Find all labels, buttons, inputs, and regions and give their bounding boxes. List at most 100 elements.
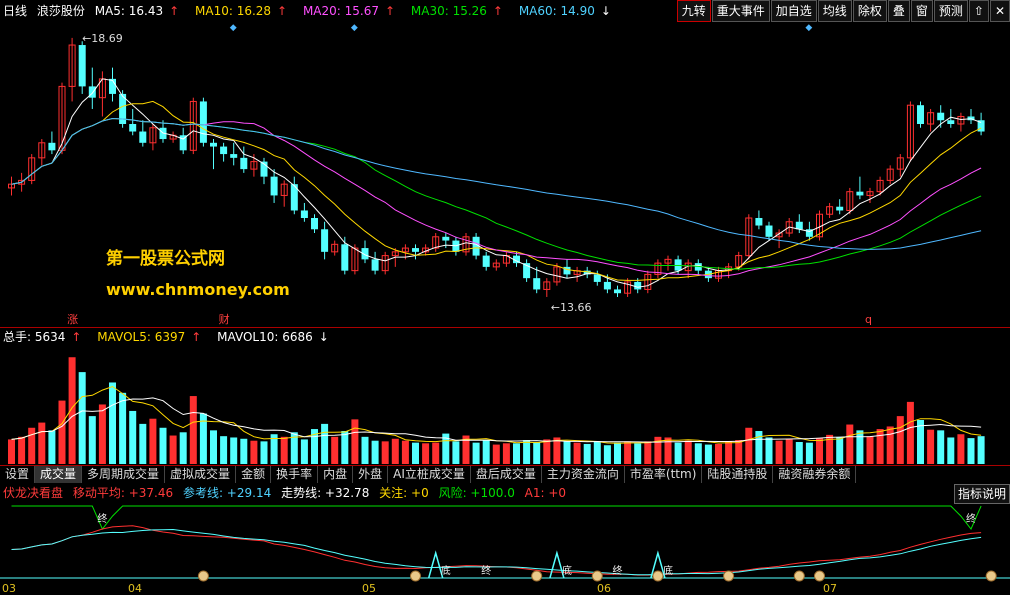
toolbar-up-button[interactable]: ⇧	[968, 0, 989, 22]
candle-body-down	[139, 131, 147, 143]
volume-bar-down	[765, 437, 773, 464]
candle-body-down	[593, 274, 601, 282]
x-axis-label: 04	[128, 582, 142, 595]
event-diamond-icon: ◆	[351, 23, 358, 33]
tab-multi-period-volume[interactable]: 多周期成交量	[82, 466, 166, 483]
volume-bar-down	[795, 442, 803, 464]
candle-body-down	[856, 191, 864, 196]
toolbar-button-overlay[interactable]: 叠	[887, 0, 910, 22]
tab-amount[interactable]: 金额	[236, 466, 272, 483]
label-di: 底	[562, 564, 572, 577]
money-bag-icon	[985, 570, 997, 582]
volume-bar-down	[240, 438, 248, 464]
mavol10-line	[11, 397, 982, 443]
toolbar-button-ma[interactable]: 均线	[817, 0, 852, 22]
label-di: 底	[441, 564, 451, 577]
label-di: 底	[663, 564, 673, 577]
candle-body-down	[603, 281, 611, 290]
volume-bar-down	[805, 442, 813, 464]
tab-after-hours-volume[interactable]: 盘后成交量	[471, 466, 542, 483]
indicator-name[interactable]: 伏龙决看盘	[3, 486, 63, 500]
toolbar-button-events[interactable]: 重大事件	[711, 0, 770, 22]
volume-bar-down	[967, 438, 975, 464]
ma10-readout: MA10: 16.28 ↑	[195, 4, 288, 18]
volume-bar-up	[189, 396, 197, 464]
volume-bar-down	[452, 441, 460, 464]
candle-body-down	[765, 225, 773, 237]
candle-body-down	[563, 266, 571, 275]
tab-settings[interactable]: 设置	[0, 466, 36, 483]
marker-q: q	[865, 313, 872, 326]
tab-ai-volume[interactable]: AI立桩成交量	[388, 466, 471, 483]
money-bag-icon	[410, 570, 421, 582]
indicator-chart[interactable]: 终终底终底终底	[0, 502, 1010, 582]
volume-bar-up	[250, 440, 258, 464]
tab-inner[interactable]: 内盘	[318, 466, 354, 483]
toolbar-button-window[interactable]: 窗	[910, 0, 933, 22]
money-bag-icon	[793, 570, 805, 582]
label-zhong: 终	[97, 512, 107, 525]
tab-outer[interactable]: 外盘	[353, 466, 389, 483]
volume-bar-up	[391, 438, 399, 464]
volume-bar-down	[674, 442, 682, 464]
volume-bar-down	[129, 410, 137, 464]
candle-body-down	[917, 105, 924, 124]
tab-volume[interactable]: 成交量	[35, 466, 83, 483]
volume-bar-up	[432, 442, 440, 464]
event-diamond-icon: ◆	[230, 23, 237, 33]
risk-line	[11, 505, 982, 530]
tab-virtual-volume[interactable]: 虚拟成交量	[165, 466, 237, 483]
toolbar-close-button[interactable]: ✕	[989, 0, 1010, 22]
volume-chart[interactable]	[0, 346, 1010, 465]
tab-turnover[interactable]: 换手率	[271, 466, 319, 483]
volume-bar-down	[523, 440, 531, 464]
moving-average-line	[11, 525, 982, 576]
volume-bar-down	[472, 442, 480, 464]
volume-bar-down	[371, 440, 379, 464]
volume-bar-down	[937, 430, 945, 464]
candle-body-down	[795, 221, 803, 230]
marker-cai: 财	[219, 312, 230, 326]
volume-bar-up	[280, 436, 288, 464]
volume-bar-down	[210, 430, 217, 464]
toolbar-button-add-watchlist[interactable]: 加自选	[770, 0, 817, 22]
volume-bar-up	[68, 357, 76, 464]
volume-bar-up	[169, 435, 177, 464]
volume-bar-down	[583, 443, 591, 464]
candle-body-down	[270, 176, 278, 196]
indicator-explain-button[interactable]: 指标说明	[953, 484, 1010, 504]
money-bag-icon	[723, 570, 735, 582]
toolbar-button-exright[interactable]: 除权	[852, 0, 887, 22]
candle-body-down	[321, 229, 329, 252]
candle-body-down	[129, 124, 137, 132]
volume-bar-down	[260, 441, 268, 464]
candle-body-down	[78, 45, 86, 87]
volume-bar-down	[119, 392, 127, 464]
volume-bar-down	[48, 430, 56, 464]
candle-body-down	[634, 281, 642, 290]
volume-bar-down	[159, 427, 167, 464]
period-label[interactable]: 日线	[3, 4, 27, 18]
volume-bar-up	[502, 443, 510, 464]
tab-pe-ttm[interactable]: 市盈率(ttm)	[625, 466, 703, 483]
volume-bar-down	[341, 431, 349, 464]
main-chart-header: 日线 浪莎股份 MA5: 16.43 ↑ MA10: 16.28 ↑ MA20: 1…	[3, 0, 623, 22]
volume-bar-down	[220, 436, 228, 464]
candle-body-down	[442, 236, 450, 241]
tab-margin-balance[interactable]: 融资融券余额	[773, 466, 857, 483]
tab-northbound-holdings[interactable]: 陆股通持股	[702, 466, 774, 483]
volume-bar-down	[634, 443, 642, 464]
toolbar-button-forecast[interactable]: 预测	[933, 0, 968, 22]
candle-body-down	[300, 210, 308, 218]
volume-bar-up	[553, 437, 561, 464]
ma20-readout: MA20: 15.67 ↑	[302, 4, 396, 18]
tab-main-capital-flow[interactable]: 主力资金流向	[542, 466, 625, 483]
volume-bar-down	[856, 430, 864, 464]
indicator-risk: 风险: +100.0	[438, 486, 515, 500]
candle-body-down	[412, 248, 419, 252]
toolbar-button-jiuzhuan[interactable]: 九转	[676, 0, 711, 22]
volume-mavol10: MAVOL10: 6686 ↓	[217, 330, 329, 344]
volume-bar-up	[38, 422, 46, 464]
volume-bar-down	[694, 443, 702, 464]
stock-name: 浪莎股份	[36, 4, 85, 18]
